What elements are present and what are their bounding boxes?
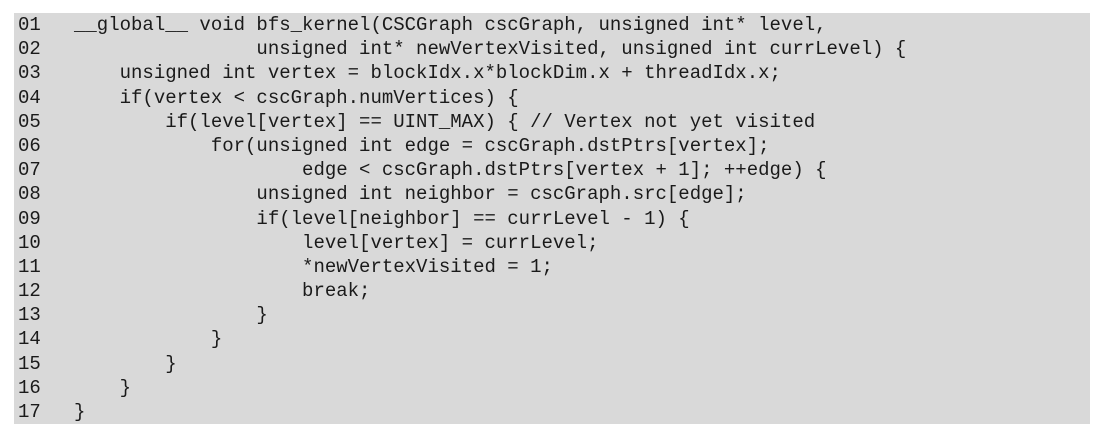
line-code: } (74, 304, 268, 327)
line-number: 05 (18, 110, 41, 133)
line-code: unsigned int* newVertexVisited, unsigned… (74, 38, 907, 61)
line-number: 04 (18, 86, 41, 109)
code-line: 12 break; (14, 279, 1090, 303)
line-code: } (74, 328, 223, 351)
line-code: } (74, 352, 177, 375)
code-line: 04 if(vertex < cscGraph.numVertices) { (14, 86, 1090, 110)
line-number: 17 (18, 401, 41, 423)
code-line: 16 } (14, 376, 1090, 400)
code-line: 08 unsigned int neighbor = cscGraph.src[… (14, 182, 1090, 206)
code-line: 06 for(unsigned int edge = cscGraph.dstP… (14, 134, 1090, 158)
line-code: unsigned int neighbor = cscGraph.src[edg… (74, 183, 747, 206)
line-code: if(level[vertex] == UINT_MAX) { // Verte… (74, 110, 816, 133)
line-number: 03 (18, 62, 41, 85)
code-line: 05 if(level[vertex] == UINT_MAX) { // Ve… (14, 110, 1090, 134)
line-number: 06 (18, 134, 41, 157)
line-number: 16 (18, 376, 41, 399)
line-number: 12 (18, 280, 41, 303)
code-line: 17 } (14, 400, 1090, 424)
line-code: if(level[neighbor] == currLevel - 1) { (74, 207, 690, 230)
line-number: 11 (18, 255, 41, 278)
line-number: 15 (18, 352, 41, 375)
code-line: 10 level[vertex] = currLevel; (14, 231, 1090, 255)
code-line: 07 edge < cscGraph.dstPtrs[vertex + 1]; … (14, 158, 1090, 182)
line-number: 10 (18, 231, 41, 254)
line-code: edge < cscGraph.dstPtrs[vertex + 1]; ++e… (74, 159, 827, 182)
line-number: 01 (18, 14, 41, 36)
code-line: 02 unsigned int* newVertexVisited, unsig… (14, 37, 1090, 61)
code-line: 11 *newVertexVisited = 1; (14, 255, 1090, 279)
code-line: 03 unsigned int vertex = blockIdx.x*bloc… (14, 61, 1090, 85)
line-code: __global__ void bfs_kernel(CSCGraph cscG… (74, 14, 827, 36)
line-code: unsigned int vertex = blockIdx.x*blockDi… (74, 62, 781, 85)
line-code: } (74, 401, 86, 423)
line-code: } (74, 376, 132, 399)
line-code: for(unsigned int edge = cscGraph.dstPtrs… (74, 134, 770, 157)
line-number: 07 (18, 159, 41, 182)
code-line: 13 } (14, 303, 1090, 327)
line-number: 02 (18, 38, 41, 61)
line-code: *newVertexVisited = 1; (74, 255, 553, 278)
line-number: 08 (18, 183, 41, 206)
line-code: break; (74, 280, 371, 303)
line-code: if(vertex < cscGraph.numVertices) { (74, 86, 519, 109)
code-listing: 01 __global__ void bfs_kernel(CSCGraph c… (14, 13, 1090, 425)
line-number: 14 (18, 328, 41, 351)
code-line: 15 } (14, 352, 1090, 376)
line-number: 09 (18, 207, 41, 230)
code-line: 14 } (14, 327, 1090, 351)
code-line: 09 if(level[neighbor] == currLevel - 1) … (14, 207, 1090, 231)
line-number: 13 (18, 304, 41, 327)
line-code: level[vertex] = currLevel; (74, 231, 599, 254)
code-line: 01 __global__ void bfs_kernel(CSCGraph c… (14, 13, 1090, 37)
